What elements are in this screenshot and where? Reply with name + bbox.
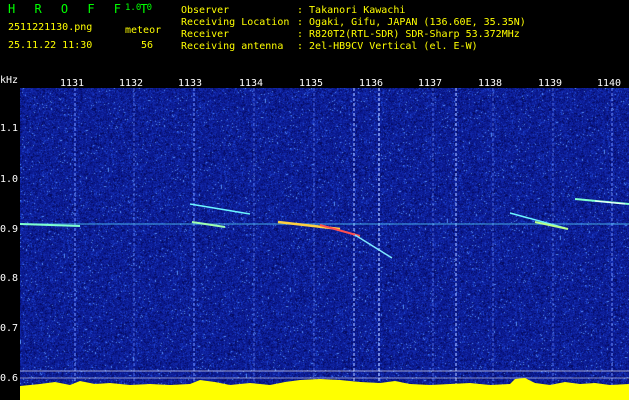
file-name: 2511221130.png	[8, 22, 93, 33]
freq-tick: 1.1	[0, 123, 19, 134]
observer-value: : Takanori Kawachi	[297, 5, 406, 16]
meteor-echo	[354, 234, 393, 259]
antenna-value: : 2el-HB9CV Vertical (el. E-W)	[297, 41, 478, 52]
location-label: Receiving Location	[181, 17, 290, 28]
app-version: 1.0.0	[125, 3, 153, 13]
freq-tick: 0.9	[0, 224, 19, 235]
spectrogram-overlay	[20, 88, 629, 400]
location-value: : Ogaki, Gifu, JAPAN (136.60E, 35.35N)	[297, 17, 526, 28]
signal-envelope	[20, 378, 629, 400]
receiver-label: Receiver	[181, 29, 230, 40]
freq-tick: 0.6	[0, 373, 19, 384]
spectrogram-plot	[20, 88, 629, 400]
meteor-count: 56	[141, 40, 154, 51]
freq-tick: 1.0	[0, 174, 19, 185]
meteor-label: meteor	[125, 25, 162, 36]
date-time: 25.11.22 11:30	[8, 40, 93, 51]
header-panel: H R O F F T 1.0.0 2511221130.png 25.11.2…	[0, 0, 629, 78]
meteor-echo	[189, 203, 251, 215]
antenna-label: Receiving antenna	[181, 41, 284, 52]
receiver-value: : R820T2(RTL-SDR) SDR-Sharp 53.372MHz	[297, 29, 520, 40]
observer-label: Observer	[181, 5, 230, 16]
meteor-echo	[534, 221, 569, 230]
y-unit-label: kHz	[0, 75, 19, 86]
freq-tick: 0.7	[0, 323, 19, 334]
freq-tick: 0.8	[0, 273, 19, 284]
